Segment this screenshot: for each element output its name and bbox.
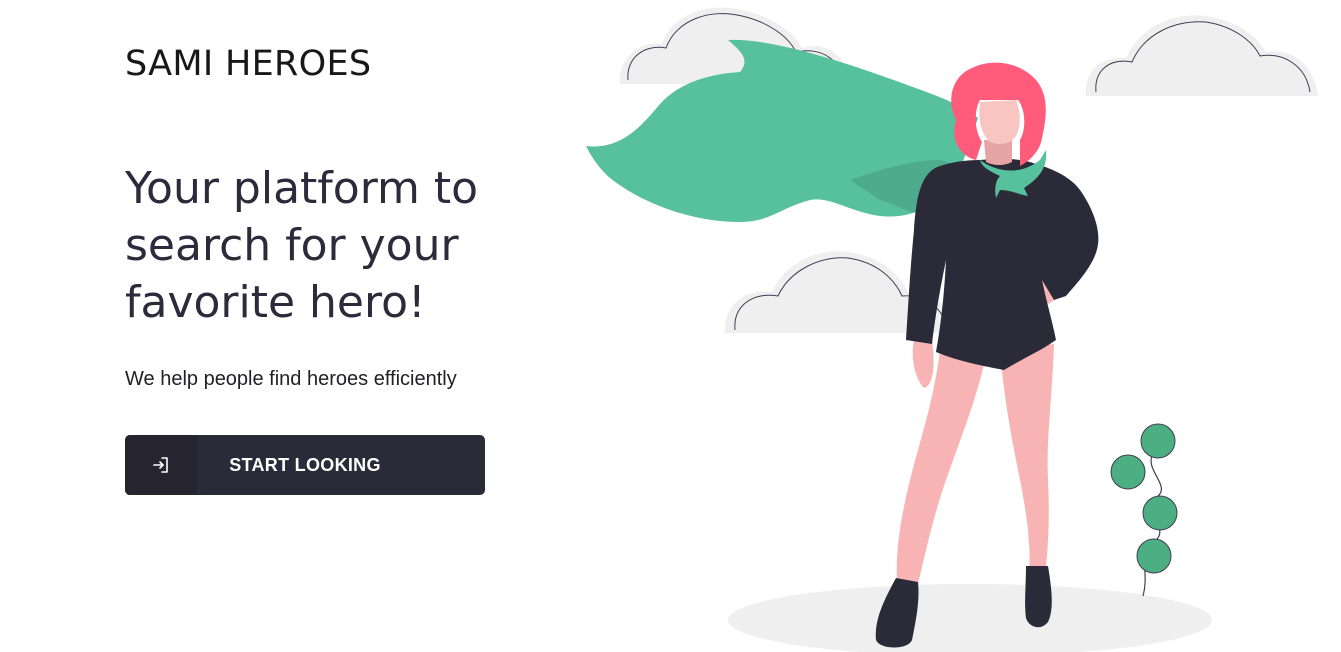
hero-subtitle: We help people find heroes efficiently	[125, 368, 457, 390]
brand-logo[interactable]: SAMI HEROES	[125, 44, 371, 84]
ground-shadow	[728, 584, 1212, 652]
superhero-woman-illustration	[586, 7, 1318, 652]
head	[951, 62, 1046, 167]
landing-page: SAMI HEROES Your platform to search for …	[0, 0, 1341, 652]
start-looking-label: START LOOKING	[229, 454, 381, 475]
plant	[1110, 423, 1178, 597]
bodysuit	[906, 158, 1099, 370]
start-looking-button[interactable]: START LOOKING	[125, 435, 485, 495]
hero-intro: SAMI HEROES Your platform to search for …	[125, 0, 545, 652]
page-title: Your platform to search for your favorit…	[125, 163, 479, 328]
sign-in-icon	[125, 435, 197, 495]
cloud-top-right	[1085, 15, 1318, 96]
